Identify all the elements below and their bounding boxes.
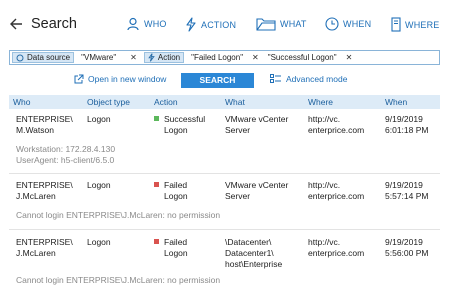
remove-filter-icon[interactable]: ✕ bbox=[346, 53, 353, 62]
user-icon bbox=[127, 17, 139, 31]
filter-value: "Failed Logon" bbox=[191, 53, 244, 62]
page-title: Search bbox=[31, 16, 77, 32]
cell-object-type: Logon bbox=[87, 114, 111, 124]
back-arrow-icon[interactable] bbox=[9, 17, 23, 31]
external-link-icon bbox=[74, 74, 84, 84]
table-row[interactable]: ENTERPRISE\ J.McLaren Logon Failed Logon … bbox=[9, 237, 440, 293]
advanced-mode-icon bbox=[270, 74, 281, 83]
table-header: Who Object type Action What Where When bbox=[9, 95, 440, 109]
nav-when[interactable]: WHEN bbox=[325, 17, 371, 31]
table-row[interactable]: ENTERPRISE\ J.McLaren Logon Failed Logon … bbox=[9, 180, 440, 224]
column-header-when[interactable]: When bbox=[385, 97, 407, 107]
cell-when: 9/19/2019 5:57:14 PM bbox=[385, 180, 429, 201]
server-icon bbox=[391, 17, 401, 32]
column-header-action[interactable]: Action bbox=[154, 97, 178, 107]
advanced-mode-label: Advanced mode bbox=[286, 74, 348, 84]
failed-status-icon bbox=[154, 239, 159, 245]
column-header-where[interactable]: Where bbox=[308, 97, 333, 107]
nav-where-label: WHERE bbox=[405, 19, 440, 30]
nav-what[interactable]: WHAT bbox=[256, 17, 307, 31]
open-new-window-label: Open in new window bbox=[88, 74, 167, 84]
filter-value: "Successful Logon" bbox=[267, 53, 337, 62]
data-source-icon bbox=[16, 54, 24, 61]
cell-who: ENTERPRISE\ J.McLaren bbox=[16, 237, 73, 258]
advanced-mode-link[interactable]: Advanced mode bbox=[270, 74, 347, 84]
cell-where: http://vc. enterprice.com bbox=[308, 180, 365, 201]
row-details: Workstation: 172.28.4.130 UserAgent: h5-c… bbox=[16, 144, 116, 165]
cell-object-type: Logon bbox=[87, 237, 111, 247]
column-header-who[interactable]: Who bbox=[13, 97, 30, 107]
nav-who[interactable]: WHO bbox=[126, 17, 167, 31]
nav-where[interactable]: WHERE bbox=[391, 17, 440, 32]
cell-action: Failed Logon bbox=[154, 237, 188, 259]
cell-who: ENTERPRISE\ M.Watson bbox=[16, 114, 73, 135]
open-new-window-link[interactable]: Open in new window bbox=[74, 74, 166, 84]
row-divider bbox=[9, 173, 440, 174]
filter-chip-label: Data source bbox=[27, 53, 71, 62]
filter-chip-action[interactable]: Action bbox=[143, 52, 185, 63]
cell-when: 9/19/2019 6:01:18 PM bbox=[385, 114, 429, 135]
lightning-icon bbox=[186, 17, 196, 32]
column-header-object-type[interactable]: Object type bbox=[87, 97, 130, 107]
cell-object-type: Logon bbox=[87, 180, 111, 190]
row-details: Cannot login ENTERPRISE\J.McLaren: no pe… bbox=[16, 210, 221, 220]
remove-filter-icon[interactable]: ✕ bbox=[130, 53, 137, 62]
cell-what: VMware vCenter Server bbox=[225, 114, 289, 135]
top-bar: Search WHO ACTION WHAT WHEN WHERE bbox=[0, 0, 450, 46]
failed-status-icon bbox=[154, 182, 159, 188]
filter-bar[interactable]: Data source "VMware" ✕ Action "Failed Lo… bbox=[9, 50, 440, 65]
cell-where: http://vc. enterprice.com bbox=[308, 114, 365, 135]
cell-action: Failed Logon bbox=[154, 180, 188, 202]
column-header-what[interactable]: What bbox=[225, 97, 245, 107]
search-button[interactable]: SEARCH bbox=[181, 73, 254, 88]
folder-icon bbox=[256, 18, 276, 31]
remove-filter-icon[interactable]: ✕ bbox=[252, 53, 259, 62]
nav-when-label: WHEN bbox=[343, 19, 372, 29]
nav-action[interactable]: ACTION bbox=[185, 17, 236, 32]
success-status-icon bbox=[154, 116, 159, 122]
cell-where: http://vc. enterprice.com bbox=[308, 237, 365, 258]
filter-chip-label: Action bbox=[157, 53, 181, 62]
cell-when: 9/19/2019 5:56:00 PM bbox=[385, 237, 429, 258]
cell-what: \Datacenter\ Datacenter1\ host\Enterprise bbox=[225, 237, 283, 269]
lightning-icon bbox=[148, 53, 155, 62]
filter-chip-data-source[interactable]: Data source bbox=[12, 52, 75, 63]
table-row[interactable]: ENTERPRISE\ M.Watson Logon Successful Log… bbox=[9, 114, 440, 168]
filter-value: "VMware" bbox=[81, 53, 117, 62]
nav-action-label: ACTION bbox=[201, 19, 237, 30]
nav-who-label: WHO bbox=[144, 19, 167, 29]
row-details: Cannot login ENTERPRISE\J.McLaren: no pe… bbox=[16, 275, 221, 285]
cell-who: ENTERPRISE\ J.McLaren bbox=[16, 180, 73, 201]
clock-icon bbox=[325, 17, 339, 31]
nav-what-label: WHAT bbox=[280, 19, 307, 29]
row-divider bbox=[9, 229, 440, 230]
cell-what: VMware vCenter Server bbox=[225, 180, 289, 201]
cell-action: Successful Logon bbox=[154, 114, 205, 136]
